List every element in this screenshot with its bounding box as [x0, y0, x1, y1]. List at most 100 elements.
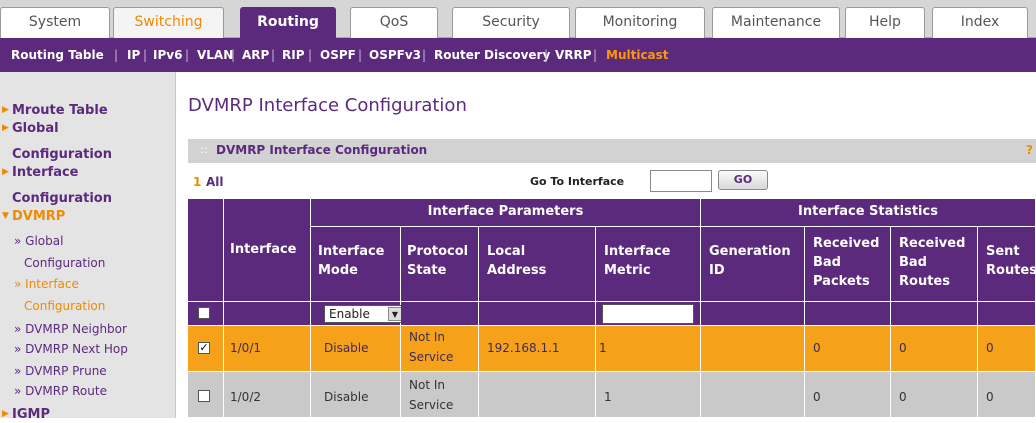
subnav-separator: | — [358, 48, 363, 62]
arrow-right-icon: ▶ — [2, 123, 9, 133]
edit-row-cell — [978, 302, 1036, 326]
mode-cell: Disable — [311, 326, 401, 372]
subnav-ip[interactable]: IP — [127, 38, 140, 72]
dvmrp-interface-table: Interface Interface Parameters Interface… — [188, 199, 1036, 418]
subnav-separator: | — [143, 48, 148, 62]
edit-row-cell — [701, 302, 805, 326]
subnav-ipv6[interactable]: IPv6 — [153, 38, 182, 72]
generation-id-cell — [701, 372, 805, 418]
sent-routes-cell: 0 — [978, 326, 1036, 372]
subnav-vlan[interactable]: VLAN — [197, 38, 233, 72]
edit-row-cell — [891, 302, 978, 326]
table-row-select: ✓ — [188, 326, 224, 372]
tab-qos[interactable]: QoS — [350, 7, 438, 38]
leftnav-dvmrp-route[interactable]: » DVMRP Route — [14, 382, 107, 400]
sent-routes-cell: 0 — [978, 372, 1036, 418]
subnav-routing-table[interactable]: Routing Table — [11, 38, 104, 72]
tab-security[interactable]: Security — [452, 7, 570, 38]
tab-help[interactable]: Help — [845, 7, 925, 38]
subnav-separator: | — [544, 48, 549, 62]
tab-system[interactable]: System — [0, 7, 110, 38]
subnav-separator: | — [593, 48, 598, 62]
go-button[interactable]: GO — [718, 170, 768, 190]
subnav-ospf[interactable]: OSPF — [320, 38, 356, 72]
table-nav-row: 1 All Go To Interface GO — [188, 167, 1036, 197]
edit-row-cell — [224, 302, 311, 326]
row-checkbox[interactable]: ✓ — [198, 342, 210, 354]
subnav-rip[interactable]: RIP — [282, 38, 305, 72]
generation-id-cell — [701, 326, 805, 372]
tab-index[interactable]: Index — [932, 7, 1028, 38]
arrow-right-icon: ▶ — [2, 105, 9, 115]
arrow-right-icon: ▶ — [2, 167, 9, 177]
leftnav-dvmrp-global[interactable]: » Global — [14, 232, 63, 250]
protocol-state-col-header: Protocol State — [401, 227, 479, 302]
state-cell: Not In Service — [401, 326, 479, 372]
received-bad-routes-col-header: Received Bad Routes — [891, 227, 978, 302]
go-to-interface-label: Go To Interface — [530, 175, 625, 188]
edit-row-cell — [479, 302, 596, 326]
address-cell — [479, 372, 596, 418]
panel-title: DVMRP Interface Configuration — [216, 143, 428, 157]
interface-col-header: Interface — [224, 199, 311, 302]
left-nav: ▶ Mroute Table ▶ Global Configuration ▶ Int… — [0, 72, 176, 422]
group-interface-statistics: Interface Statistics — [701, 199, 1036, 227]
mode-cell: Disable — [311, 372, 401, 418]
leftnav-dvmrp-next-hop[interactable]: » DVMRP Next Hop — [14, 340, 128, 358]
drag-dots-icon: :: — [200, 143, 208, 156]
tab-monitoring[interactable]: Monitoring — [575, 7, 705, 38]
bad-packets-cell: 0 — [805, 372, 891, 418]
bad-routes-cell: 0 — [891, 372, 978, 418]
chevron-down-icon: ▼ — [388, 307, 402, 321]
leftnav-dvmrp-interface[interactable]: » Interface — [14, 275, 79, 293]
bad-routes-cell: 0 — [891, 326, 978, 372]
tab-maintenance[interactable]: Maintenance — [712, 7, 840, 38]
state-cell: Not In Service — [401, 372, 479, 418]
leftnav-dvmrp-neighbor[interactable]: » DVMRP Neighbor — [14, 320, 127, 338]
tab-routing[interactable]: Routing — [240, 7, 336, 38]
go-to-interface-input[interactable] — [650, 170, 712, 192]
subnav-router-discovery[interactable]: Router Discovery — [434, 38, 550, 72]
bad-packets-cell: 0 — [805, 326, 891, 372]
edit-row-cell — [401, 302, 479, 326]
address-cell: 192.168.1.1 — [479, 326, 596, 372]
page-number[interactable]: 1 — [193, 175, 201, 189]
edit-row-cell — [805, 302, 891, 326]
interface-mode-select[interactable]: Enable ▼ — [324, 305, 404, 323]
subnav-separator: | — [308, 48, 313, 62]
tab-switching[interactable]: Switching — [113, 7, 224, 38]
select-all-checkbox[interactable] — [198, 307, 210, 319]
checkbox-col-header — [188, 199, 224, 302]
row-checkbox[interactable] — [198, 390, 210, 402]
interface-metric-input[interactable] — [602, 304, 694, 324]
group-interface-parameters: Interface Parameters — [311, 199, 701, 227]
help-icon[interactable]: ? — [1026, 143, 1033, 157]
show-all-link[interactable]: All — [206, 175, 224, 189]
interface-mode-col-header: Interface Mode — [311, 227, 401, 302]
subnav-ospfv3[interactable]: OSPFv3 — [369, 38, 421, 72]
panel-header: :: DVMRP Interface Configuration ? — [188, 139, 1036, 163]
subnav-separator: | — [271, 48, 276, 62]
interface-cell: 1/0/2 — [224, 372, 311, 418]
table-row-select — [188, 372, 224, 418]
subnav-separator: | — [185, 48, 190, 62]
metric-cell: 1 — [596, 326, 701, 372]
subnav-arp[interactable]: ARP — [242, 38, 269, 72]
interface-cell: 1/0/1 — [224, 326, 311, 372]
sent-routes-col-header: Sent Routes — [978, 227, 1036, 302]
page-title: DVMRP Interface Configuration — [188, 95, 467, 116]
top-tab-bar: System Switching Routing QoS Security Mo… — [0, 0, 1036, 38]
subnav-vrrp[interactable]: VRRP — [555, 38, 592, 72]
subnav-multicast[interactable]: Multicast — [606, 38, 669, 72]
edit-row-cell — [596, 302, 701, 326]
generation-id-col-header: Generation ID — [701, 227, 805, 302]
interface-metric-col-header: Interface Metric — [596, 227, 701, 302]
sub-nav-bar: Routing Table | IP | IPv6 | VLAN | ARP |… — [0, 38, 1036, 72]
leftnav-dvmrp-interface-line2[interactable]: Configuration — [24, 297, 105, 315]
received-bad-packets-col-header: Received Bad Packets — [805, 227, 891, 302]
chevron-down-icon: ▼ — [2, 211, 9, 221]
leftnav-dvmrp-prune[interactable]: » DVMRP Prune — [14, 362, 107, 380]
arrow-right-icon: ▶ — [2, 409, 9, 419]
leftnav-dvmrp-global-line2[interactable]: Configuration — [24, 254, 105, 272]
edit-row-select-cell — [188, 302, 224, 326]
